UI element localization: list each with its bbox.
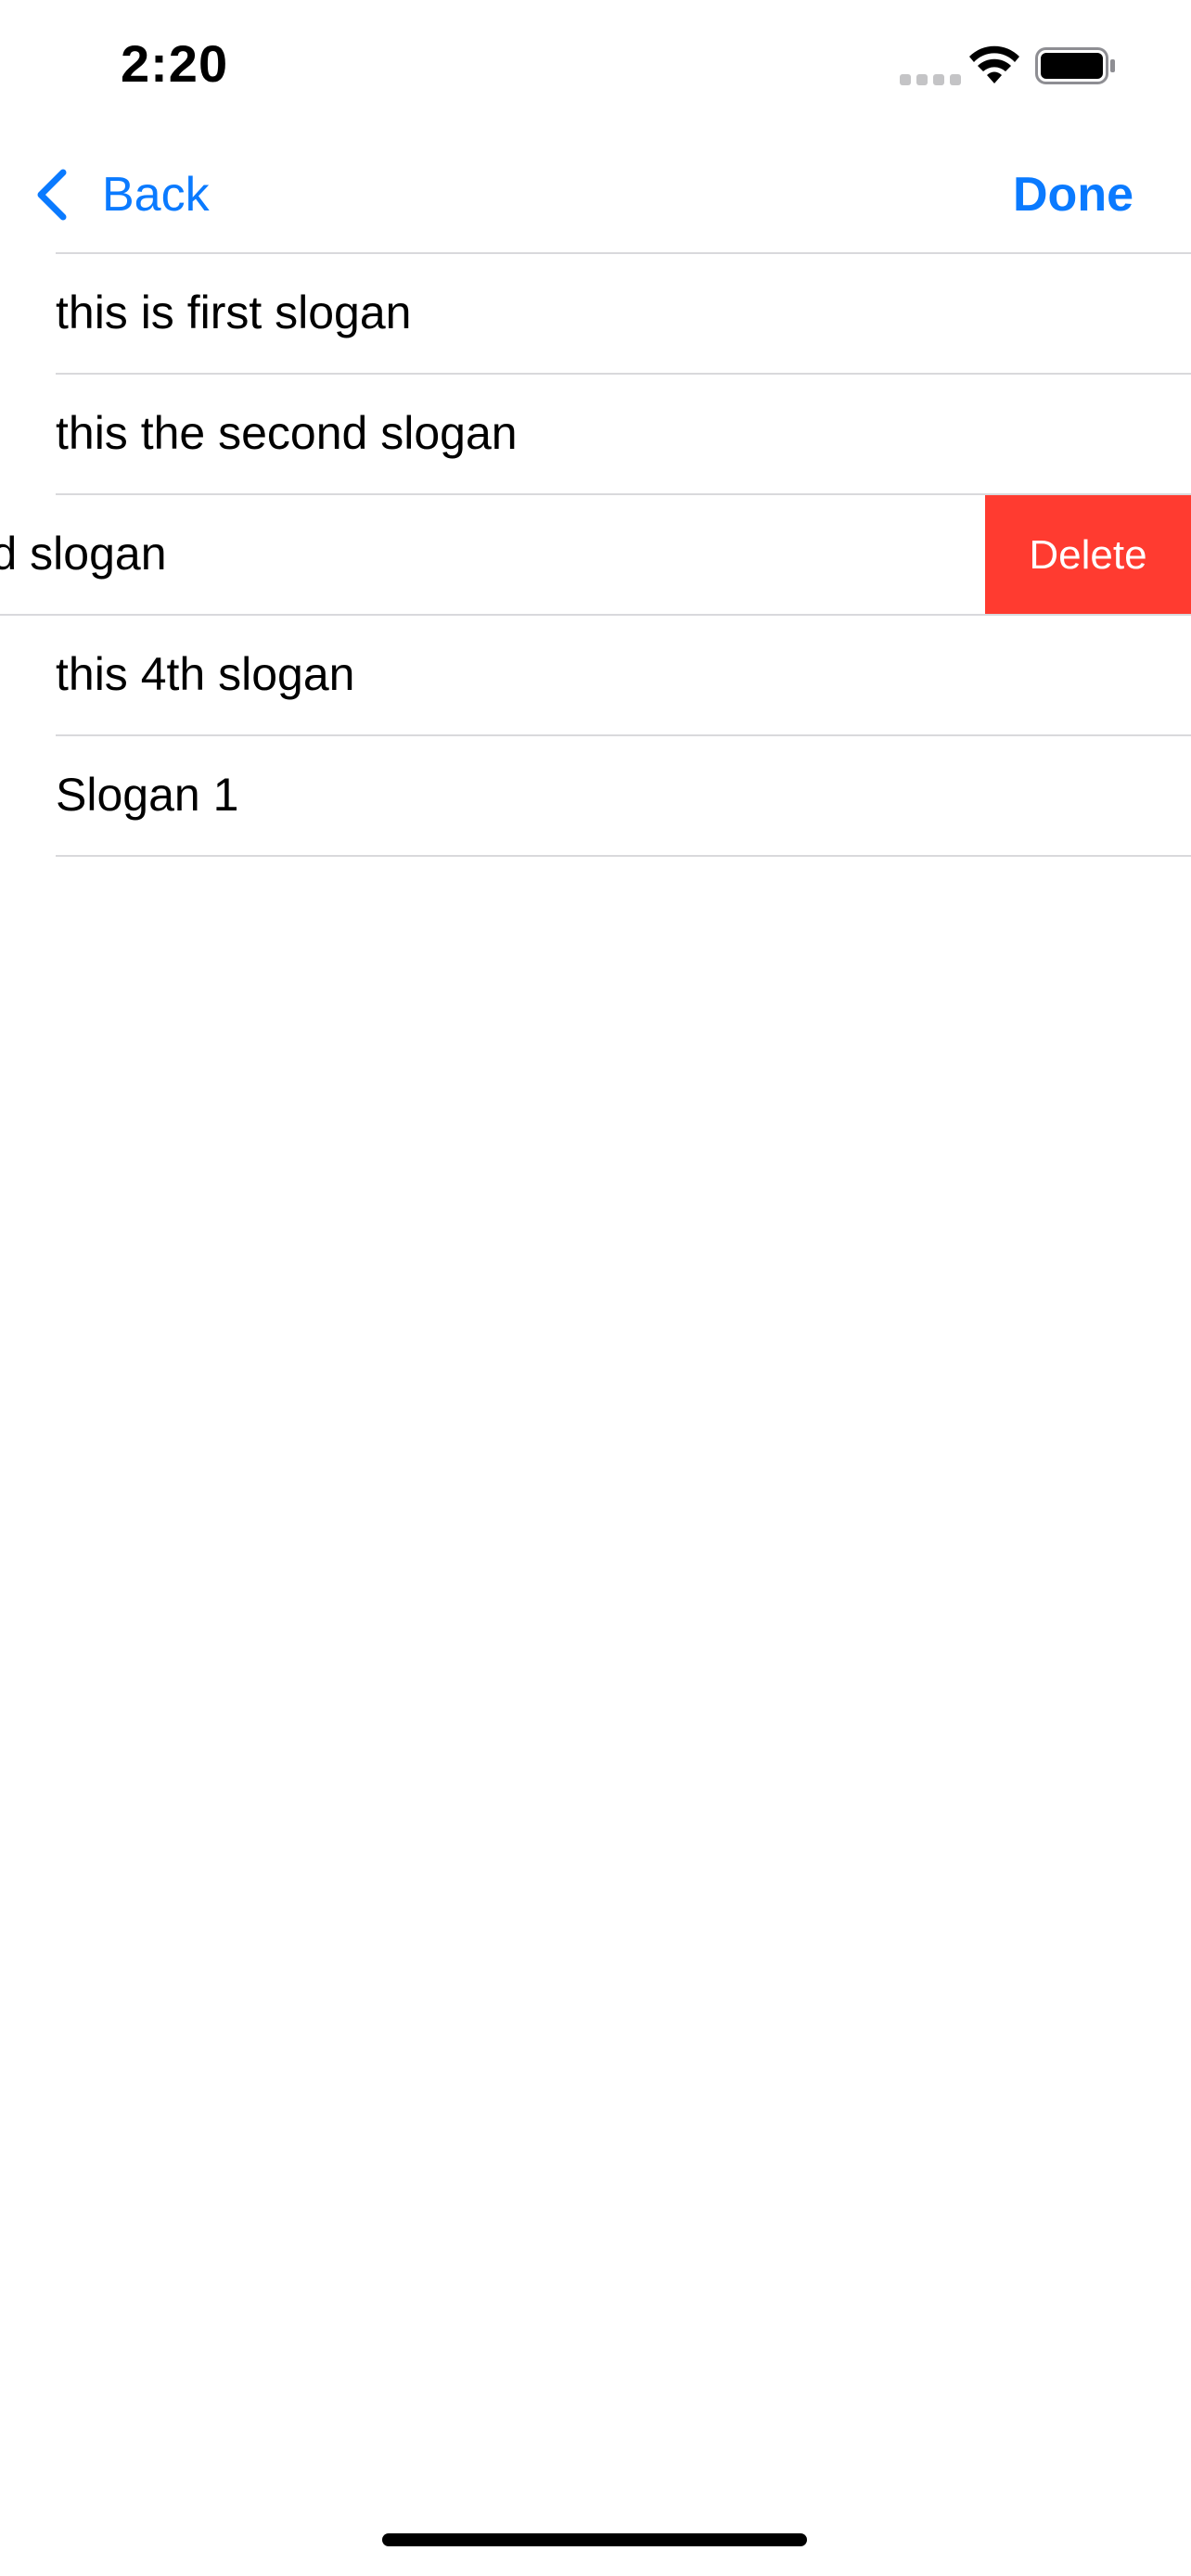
list-item-label: this 4th slogan: [56, 648, 355, 700]
done-button[interactable]: Done: [1013, 159, 1133, 230]
navigation-bar: Back Done: [0, 139, 1191, 250]
battery-icon: [1035, 47, 1115, 84]
wifi-icon: [969, 45, 1019, 83]
back-label: Back: [102, 168, 210, 222]
list-item[interactable]: this 4th slogan: [0, 614, 1191, 734]
list-item[interactable]: this the second slogan: [0, 373, 1191, 493]
home-indicator[interactable]: [382, 2533, 807, 2546]
list-item-label: this the second slogan: [56, 407, 518, 459]
slogan-list: this is first slogan this the second slo…: [0, 252, 1191, 857]
row-separator: [56, 855, 1191, 857]
chevron-left-icon: [37, 169, 67, 221]
list-item[interactable]: Slogan 1: [0, 734, 1191, 855]
list-item-label: Slogan 1: [56, 769, 239, 821]
status-bar: 2:20: [0, 0, 1191, 130]
list-item[interactable]: this is first slogan: [0, 252, 1191, 373]
list-item-swiped[interactable]: 3rd slogan Delete: [0, 493, 1191, 614]
cellular-signal-icon: [900, 74, 961, 85]
status-time: 2:20: [121, 34, 229, 93]
delete-button[interactable]: Delete: [985, 495, 1191, 614]
back-button[interactable]: Back: [33, 159, 210, 230]
list-item-label: this is first slogan: [56, 287, 412, 338]
list-item-label: 3rd slogan: [0, 528, 167, 580]
